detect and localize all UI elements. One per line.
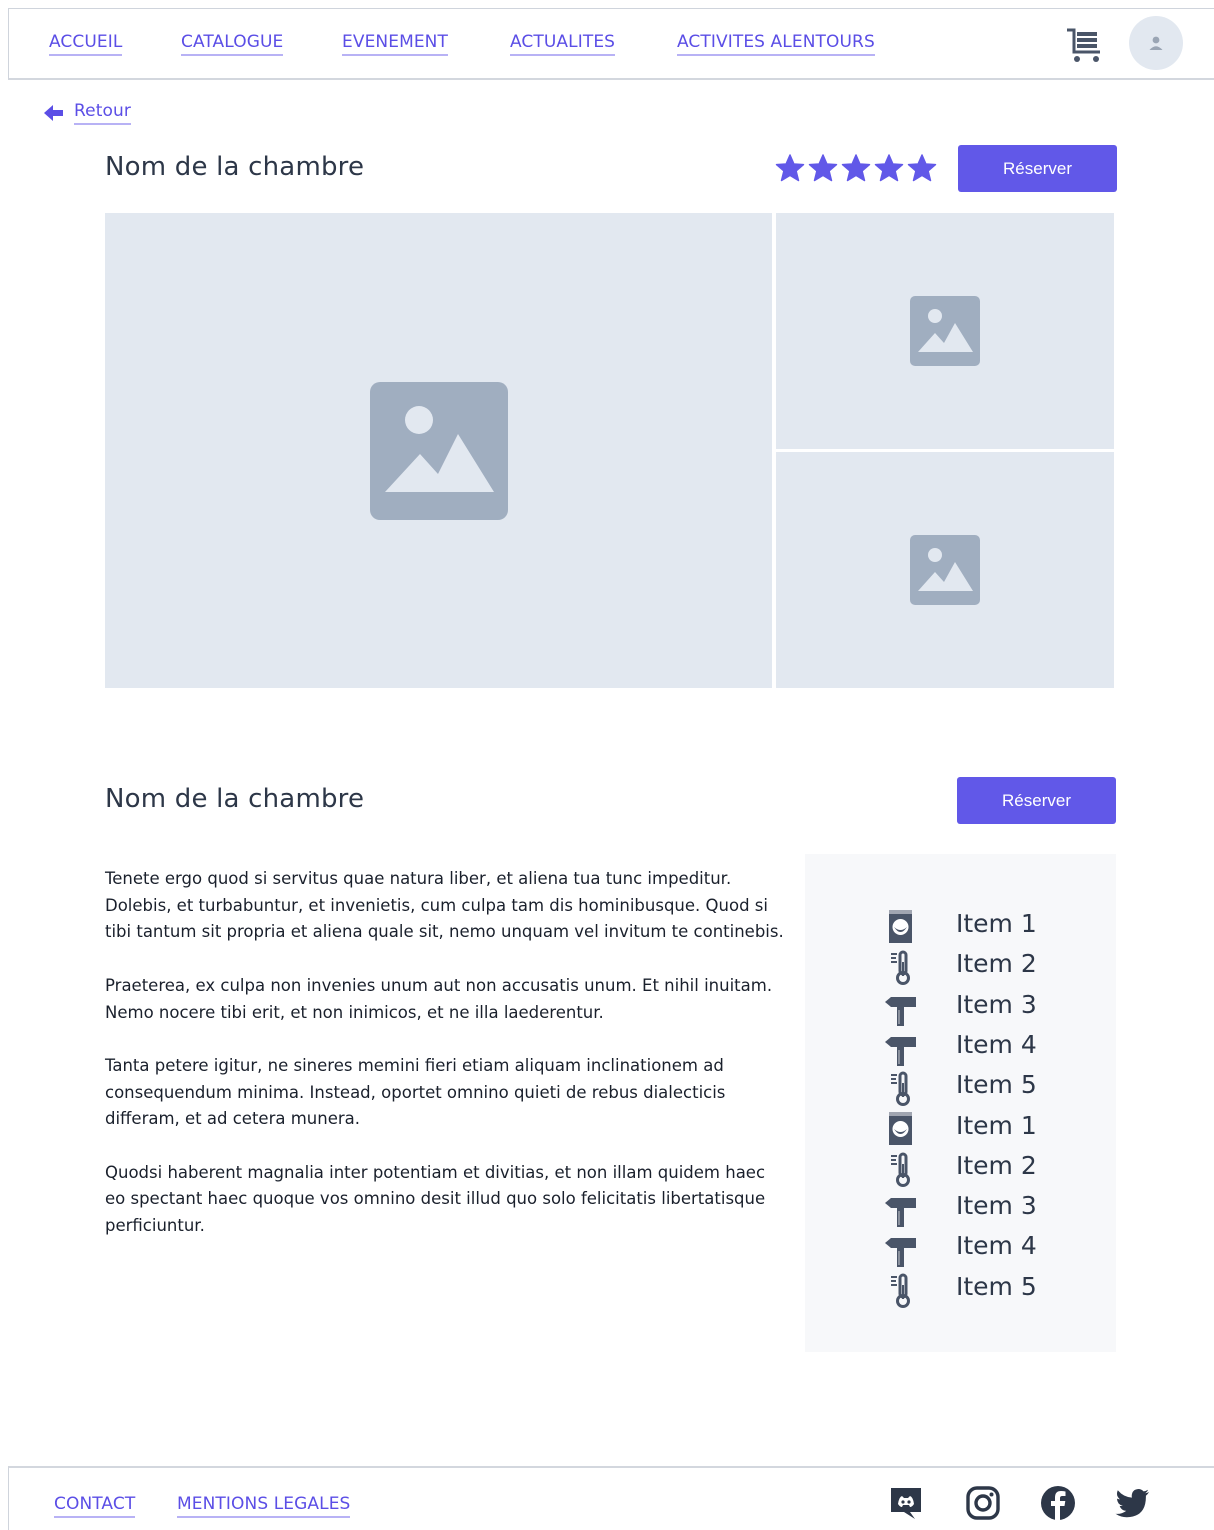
amenity-label: Item 2 bbox=[956, 949, 1037, 979]
amenity-item: Item 1 bbox=[883, 905, 1083, 945]
thermometer-icon bbox=[891, 1152, 910, 1187]
amenities-panel: Item 1 Item 2 Item 3 Item 4 Item 5 Item 1 Item… bbox=[805, 854, 1116, 1352]
image-placeholder-icon bbox=[910, 296, 980, 366]
signpost-icon bbox=[885, 996, 916, 1026]
amenity-item: Item 4 bbox=[883, 1026, 1083, 1066]
star-icon bbox=[907, 154, 937, 182]
washing-machine-icon bbox=[889, 1111, 912, 1145]
nav-actualites[interactable]: ACTUALITES bbox=[510, 31, 616, 56]
washing-machine-icon bbox=[889, 910, 912, 943]
amenity-item: Item 4 bbox=[883, 1227, 1083, 1268]
amenity-label: Item 5 bbox=[956, 1271, 1037, 1301]
thermometer-icon bbox=[891, 1071, 910, 1107]
instagram-icon[interactable] bbox=[965, 1485, 1001, 1521]
footer-contact-link[interactable]: CONTACT bbox=[54, 1493, 136, 1518]
amenity-item: Item 5 bbox=[883, 1066, 1083, 1107]
room-description: Tenete ergo quod si servitus quae natura… bbox=[105, 866, 785, 1266]
star-icon bbox=[874, 154, 904, 182]
amenity-label: Item 1 bbox=[956, 1110, 1037, 1140]
description-paragraph: Tenete ergo quod si servitus quae natura… bbox=[105, 869, 784, 942]
amenity-item: Item 2 bbox=[883, 945, 1083, 986]
signpost-icon bbox=[885, 1238, 916, 1268]
signpost-icon bbox=[885, 1036, 916, 1066]
gallery-thumb-1[interactable] bbox=[776, 213, 1114, 449]
facebook-icon[interactable] bbox=[1040, 1485, 1076, 1521]
user-icon bbox=[1149, 36, 1163, 50]
reserve-button-bottom[interactable]: Réserver bbox=[957, 777, 1116, 824]
gallery-thumb-2[interactable] bbox=[776, 452, 1114, 688]
nav-activites-alentours[interactable]: ACTIVITES ALENTOURS bbox=[677, 31, 875, 56]
amenity-item: Item 3 bbox=[883, 986, 1083, 1026]
amenity-label: Item 3 bbox=[956, 989, 1037, 1019]
amenity-label: Item 3 bbox=[956, 1191, 1037, 1221]
nav-accueil[interactable]: ACCUEIL bbox=[49, 31, 123, 56]
footer-mentions-legales-link[interactable]: MENTIONS LEGALES bbox=[177, 1493, 351, 1518]
arrow-left-icon bbox=[44, 104, 63, 121]
amenity-item: Item 1 bbox=[883, 1107, 1083, 1147]
star-icon bbox=[775, 154, 805, 182]
nav-evenement[interactable]: EVENEMENT bbox=[342, 31, 448, 56]
amenity-label: Item 1 bbox=[956, 909, 1037, 938]
signpost-icon bbox=[885, 1198, 916, 1228]
amenity-item: Item 5 bbox=[883, 1268, 1083, 1308]
nav-catalogue[interactable]: CATALOGUE bbox=[181, 31, 284, 56]
cart-icon[interactable] bbox=[1064, 26, 1104, 64]
gallery-main-image[interactable] bbox=[105, 213, 772, 688]
image-placeholder-icon bbox=[910, 535, 980, 605]
amenity-label: Item 4 bbox=[956, 1231, 1037, 1261]
image-placeholder-icon bbox=[369, 381, 508, 520]
back-link[interactable]: Retour bbox=[44, 100, 131, 125]
reserve-button-top[interactable]: Réserver bbox=[958, 145, 1117, 192]
rating-stars bbox=[775, 154, 937, 183]
amenity-label: Item 2 bbox=[956, 1150, 1037, 1180]
thermometer-icon bbox=[891, 1273, 910, 1308]
avatar[interactable] bbox=[1129, 16, 1183, 70]
description-paragraph: Praeterea, ex culpa non invenies unum au… bbox=[105, 975, 773, 1022]
thermometer-icon bbox=[891, 950, 910, 986]
twitter-icon[interactable] bbox=[1114, 1485, 1150, 1521]
star-icon bbox=[841, 154, 871, 182]
back-label[interactable]: Retour bbox=[74, 100, 131, 125]
amenity-item: Item 2 bbox=[883, 1147, 1083, 1187]
star-icon bbox=[808, 154, 838, 182]
amenity-item: Item 3 bbox=[883, 1187, 1083, 1228]
section-title: Nom de la chambre bbox=[105, 784, 365, 814]
discord-icon[interactable] bbox=[888, 1485, 924, 1521]
amenity-label: Item 4 bbox=[956, 1029, 1037, 1059]
description-paragraph: Quodsi haberent magnalia inter potentiam… bbox=[105, 1162, 766, 1236]
page-title: Nom de la chambre bbox=[105, 152, 365, 182]
amenity-label: Item 5 bbox=[956, 1070, 1037, 1100]
description-paragraph: Tanta petere igitur, ne sineres memini f… bbox=[105, 1055, 726, 1129]
